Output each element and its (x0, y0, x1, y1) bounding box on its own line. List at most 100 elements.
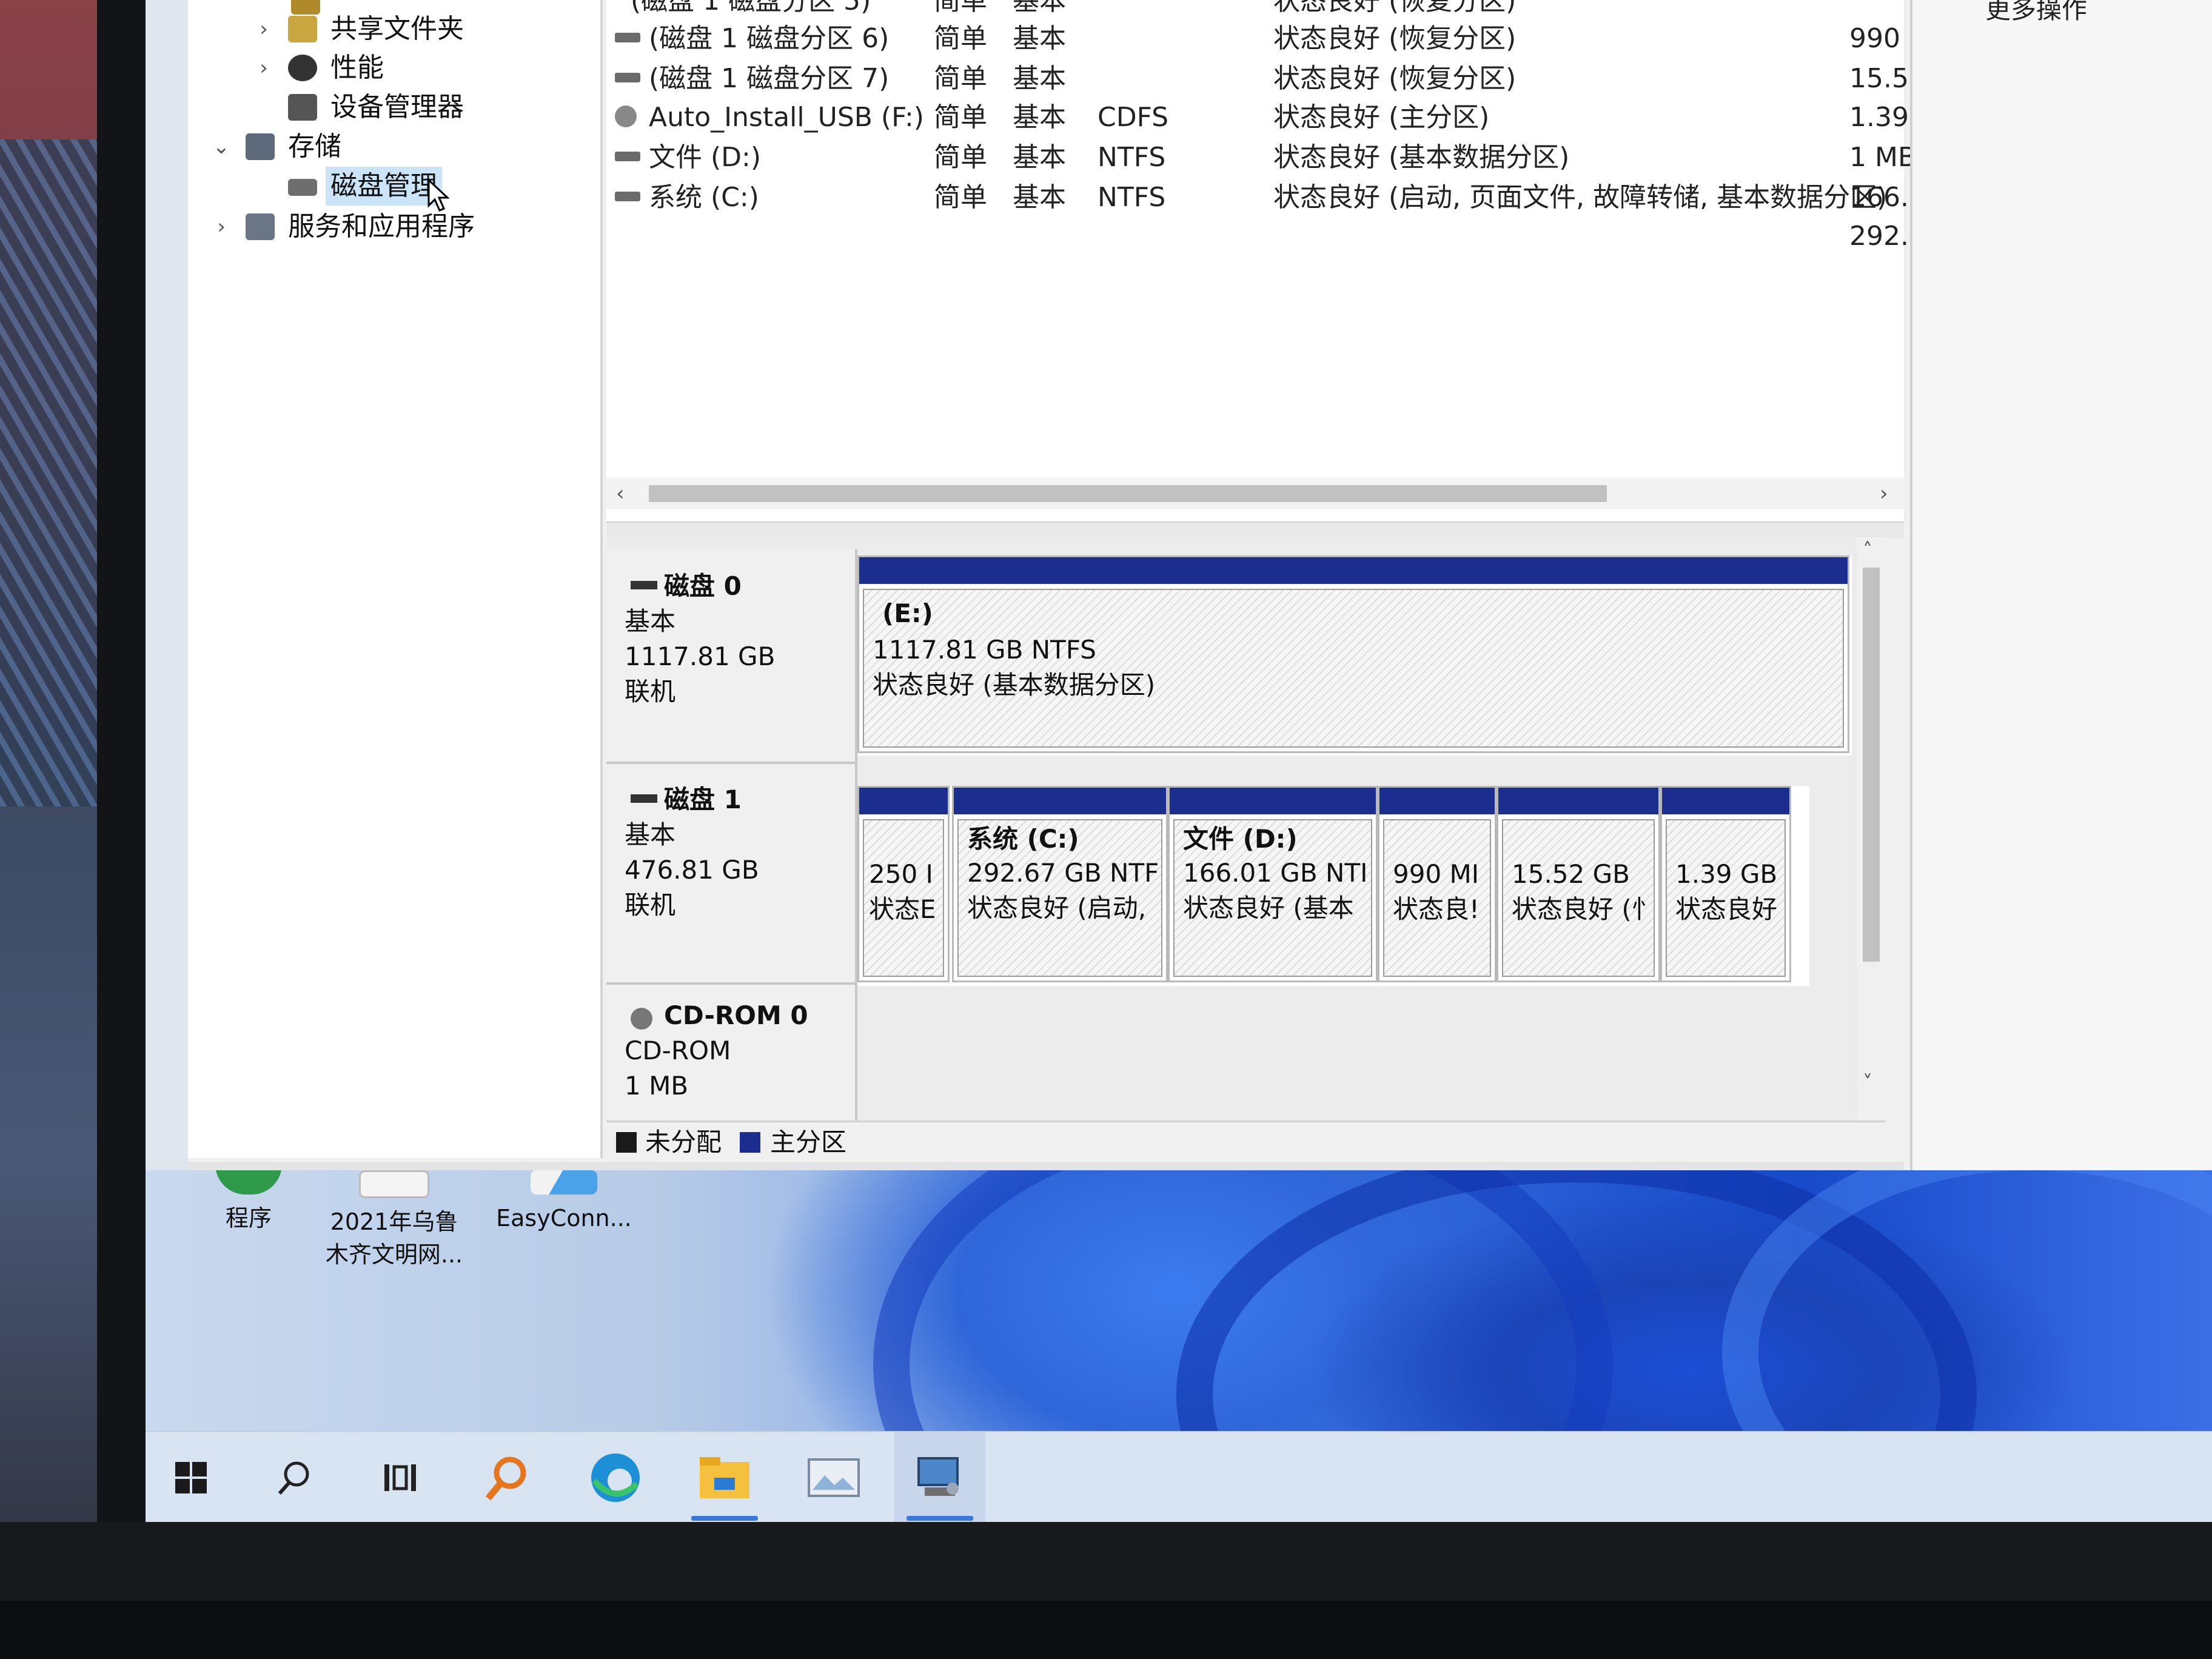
more-actions-link[interactable]: 更多操作 (1985, 0, 2087, 26)
volume-name: 文件 (D:) (649, 142, 762, 173)
scrollbar-thumb[interactable] (649, 485, 1607, 502)
partition-body: 250 I 状态E (863, 819, 944, 977)
document-icon (359, 1170, 429, 1198)
vertical-scrollbar[interactable]: ˄ ˅ (1857, 537, 1886, 1150)
partition-d[interactable]: 文件 (D:) 166.01 GB NTI 状态良好 (基本 (1168, 786, 1378, 982)
volume-layout: 简单 (934, 63, 987, 94)
chevron-down-icon[interactable]: ⌄ (212, 127, 230, 166)
windows-start-icon[interactable] (146, 1432, 236, 1523)
partition-status: 状态良好 (启动, (967, 893, 1147, 923)
search-icon[interactable] (249, 1432, 340, 1523)
disk-size: 1 MB (625, 1071, 689, 1101)
tree-item-label: 磁盘管理 (326, 167, 442, 206)
partition-recovery-3[interactable]: 1.39 GB 状态良好 (1660, 786, 1791, 982)
file-explorer-icon[interactable] (679, 1432, 770, 1523)
shared-folder-icon (288, 16, 317, 42)
partition-e[interactable]: (E:) 1117.81 GB NTFS 状态良好 (基本数据分区) (857, 555, 1849, 753)
volume-row[interactable]: Auto_Install_USB (F:) 简单 基本 CDFS 状态良好 (主… (606, 98, 1938, 137)
disk-state: 联机 (625, 890, 676, 920)
cd-rom-icon (631, 1008, 652, 1030)
volume-status: 状态良好 (启动, 页面文件, 故障转储, 基本数据分区) (1273, 182, 1888, 213)
cd-rom-icon (615, 106, 637, 127)
computer-management-icon[interactable] (894, 1432, 985, 1523)
partition-size: 250 I (869, 859, 933, 889)
volume-row[interactable]: 系统 (C:) 简单 基本 NTFS 状态良好 (启动, 页面文件, 故障转储,… (606, 178, 1926, 217)
scroll-left-icon[interactable]: ‹ (616, 481, 625, 506)
partition-status: 状态良! (1393, 894, 1480, 924)
unallocated-swatch (616, 1132, 637, 1153)
disk-0-info[interactable]: 磁盘 0 基本 1117.81 GB 联机 (606, 549, 857, 764)
volume-row-partial[interactable]: (磁盘 1 磁盘分区 5) 简单 基本 状态良好 (恢复分区) (606, 0, 1904, 21)
storage-icon (246, 133, 275, 160)
scroll-up-icon[interactable]: ˄ (1863, 538, 1872, 561)
desktop-icon-label: 木齐文明网... (325, 1241, 463, 1268)
disk-size: 476.81 GB (625, 855, 759, 885)
volume-name: Auto_Install_USB (F:) (649, 102, 924, 133)
tree-partial-icon (291, 0, 320, 15)
partition-body: 15.52 GB 状态良好 (忄 (1502, 819, 1655, 977)
scroll-right-icon[interactable]: › (1880, 481, 1888, 506)
chevron-right-icon[interactable]: › (255, 49, 273, 87)
photo-app-icon[interactable] (788, 1432, 879, 1523)
pane-splitter[interactable] (606, 521, 1904, 538)
disk-1-info[interactable]: 磁盘 1 基本 476.81 GB 联机 (606, 764, 857, 985)
volume-name: 系统 (C:) (649, 182, 759, 213)
tree-item-label: 服务和应用程序 (288, 211, 475, 242)
legend-primary-label: 主分区 (770, 1127, 847, 1157)
partition-efi[interactable]: 250 I 状态E (857, 786, 950, 982)
chevron-right-icon[interactable]: › (255, 10, 273, 49)
partition-body: 系统 (C:) 292.67 GB NTF 状态良好 (启动, (957, 819, 1162, 977)
partition-size: 15.52 GB (1512, 859, 1630, 889)
disk-name: CD-ROM 0 (664, 1000, 808, 1030)
partition-size: 990 MI (1393, 859, 1480, 889)
disk-management-icon (288, 179, 317, 196)
volume-list: (磁盘 1 磁盘分区 5) 简单 基本 状态良好 (恢复分区) (磁盘 1 磁盘… (606, 0, 1938, 521)
partition-size: 1117.81 GB NTFS (873, 635, 1096, 665)
scrollbar-thumb[interactable] (1863, 568, 1880, 962)
disk-1-partitions: 250 I 状态E 系统 (C:) 292.67 GB NTF 状态良好 (启动… (857, 786, 1809, 986)
legend-unallocated-label: 未分配 (645, 1127, 722, 1157)
scroll-down-icon[interactable]: ˅ (1863, 1071, 1872, 1094)
volume-icon (615, 73, 640, 82)
partition-status: 状态E (869, 894, 936, 924)
volume-icon (615, 192, 640, 201)
disk-name: 磁盘 1 (664, 785, 742, 814)
partition-size: 1.39 GB (1675, 859, 1778, 889)
partition-size: 292.67 GB NTF (967, 858, 1159, 888)
search-app-icon[interactable] (461, 1432, 552, 1523)
desktop-icon-document[interactable]: 2021年乌鲁 木齐文明网... (303, 1170, 485, 1271)
horizontal-scrollbar[interactable]: ‹ › (606, 478, 1904, 509)
volume-layout: 简单 (934, 182, 987, 213)
primary-partition-bar (859, 557, 1848, 584)
primary-partition-swatch (740, 1132, 760, 1153)
primary-partition-bar (1498, 788, 1658, 814)
task-view-icon[interactable] (355, 1432, 446, 1523)
partition-recovery-2[interactable]: 15.52 GB 状态良好 (忄 (1496, 786, 1660, 982)
disk-graphical-view: 磁盘 0 基本 1117.81 GB 联机 (E:) 1117.81 GB NT… (606, 537, 1886, 1162)
device-manager-icon (288, 94, 317, 121)
volume-status: 状态良好 (恢复分区) (1273, 63, 1517, 94)
chevron-right-icon[interactable]: › (212, 207, 230, 246)
volume-row[interactable]: (磁盘 1 磁盘分区 7) 简单 基本 状态良好 (恢复分区) 15.52 (606, 59, 1926, 98)
disk-icon (631, 581, 657, 589)
volume-row[interactable]: 文件 (D:) 简单 基本 NTFS 状态良好 (基本数据分区) 1 MB (606, 138, 1916, 177)
disk-state: 联机 (625, 677, 676, 706)
partition-body: 文件 (D:) 166.01 GB NTI 状态良好 (基本 (1173, 819, 1372, 977)
volume-status: 状态良好 (恢复分区) (1273, 0, 1517, 16)
partition-c[interactable]: 系统 (C:) 292.67 GB NTF 状态良好 (启动, (952, 786, 1168, 982)
partition-title: (E:) (882, 598, 933, 628)
volume-icon (615, 152, 640, 161)
volume-filesystem: NTFS (1098, 142, 1166, 173)
partition-recovery-1[interactable]: 990 MI 状态良! (1378, 786, 1496, 982)
volume-row[interactable]: (磁盘 1 磁盘分区 6) 简单 基本 状态良好 (恢复分区) 990 M (606, 19, 1932, 58)
primary-partition-bar (859, 788, 948, 814)
volume-status: 状态良好 (恢复分区) (1273, 23, 1517, 54)
desktop-icon-easyconnect[interactable]: EasyConn... (473, 1170, 655, 1235)
edge-browser-icon[interactable] (570, 1432, 661, 1523)
primary-partition-bar (1170, 788, 1376, 814)
navigation-tree: › 共享文件夹 › 性能 设备管理器 ⌄ 存储 磁盘管理 › 服务和应用程序 (188, 0, 603, 1158)
shortcut-icon (531, 1170, 597, 1195)
tree-item-label: 存储 (288, 131, 341, 162)
primary-partition-bar (1662, 788, 1789, 814)
partition-status: 状态良好 (基本数据分区) (873, 670, 1156, 700)
